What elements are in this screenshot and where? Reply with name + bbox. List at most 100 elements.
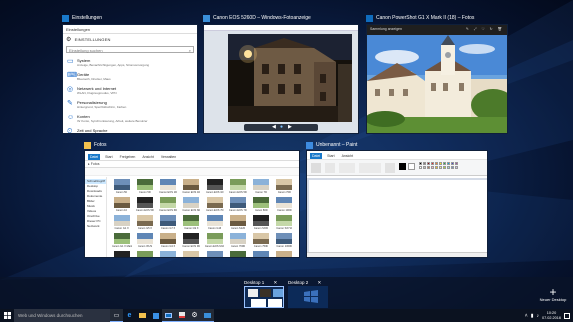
paint-canvas[interactable] [309, 180, 487, 257]
image-file-item[interactable]: Canon G9 X [181, 215, 202, 232]
image-file-item[interactable]: Canon SX720 [181, 251, 202, 257]
image-file-item[interactable]: Canon 750D [251, 233, 272, 250]
image-file-item[interactable]: Canon G5 X [134, 215, 155, 232]
settings-category-item[interactable]: ✎ Personalisierung Hintergrund, Sperrbilds… [63, 98, 197, 112]
color-swatch[interactable] [455, 162, 458, 165]
color-swatch[interactable] [427, 166, 430, 169]
ribbon-tab[interactable]: Start [103, 154, 114, 160]
image-file-item[interactable]: Canon 5D [111, 179, 132, 196]
task-view-button[interactable]: ▭ [110, 309, 123, 322]
image-file-item[interactable]: Canon EOS 7D [227, 197, 248, 214]
color-palette[interactable] [419, 162, 485, 174]
photo-viewer-window[interactable]: ◀ ● ▶ [203, 24, 359, 134]
image-file-item[interactable]: Canon EOS 1D [158, 179, 179, 196]
image-file-item[interactable]: Canon SX710 [274, 215, 295, 232]
image-file-item[interactable]: Canon M [274, 251, 295, 257]
image-file-item[interactable]: Canon EOS 5D [134, 197, 155, 214]
image-file-item[interactable]: Canon 100D [274, 197, 295, 214]
photos-taskbar-button[interactable] [162, 309, 175, 322]
color-swatch[interactable] [455, 166, 458, 169]
settings-category-item[interactable]: ⌨ Geräte Bluetooth, Drucker, Maus [63, 70, 197, 84]
new-desktop-button[interactable]: + Neuer Desktop [538, 286, 568, 302]
color-swatch[interactable] [431, 166, 434, 169]
slideshow-icon[interactable]: ● [280, 124, 283, 130]
paint-window-label[interactable]: Unbenannt – Paint [306, 140, 357, 150]
image-file-item[interactable]: Canon SX60 [251, 215, 272, 232]
chevron-up-icon[interactable]: ˄ [525, 313, 528, 319]
color-swatch[interactable] [419, 162, 422, 165]
image-file-item[interactable]: Canon G7 X [158, 215, 179, 232]
settings-category-item[interactable]: ◎ Netzwerk und Internet WLAN, Flugzeugmodu… [63, 84, 197, 98]
desktop-2-thumbnail[interactable] [288, 286, 328, 308]
ribbon-tab[interactable]: Datei [88, 154, 101, 160]
explorer-address-bar[interactable]: ▸ Fotos [85, 161, 299, 168]
color-swatch[interactable] [419, 166, 422, 169]
image-file-item[interactable]: Canon 7D [251, 179, 272, 196]
color-swatch[interactable] [439, 166, 442, 169]
clipboard-icon[interactable] [311, 163, 321, 173]
image-file-item[interactable]: Canon S120 [227, 215, 248, 232]
image-file-item[interactable]: Canon IXUS [134, 233, 155, 250]
photos-app-window[interactable]: Sammlung anzeigen ✎ ⤢ ♡ ↻ 🗑 [366, 24, 508, 134]
color-swatch[interactable] [451, 162, 454, 165]
ribbon-tab[interactable]: Ansicht [140, 154, 155, 160]
color-swatch[interactable] [439, 162, 442, 165]
settings-taskbar-button[interactable]: ⚙ [188, 309, 201, 322]
close-desktop-icon[interactable]: ✕ [318, 280, 322, 285]
color-swatch[interactable] [427, 162, 430, 165]
explorer-window-label[interactable]: Fotos [84, 140, 107, 150]
image-file-item[interactable]: Canon 70D [274, 179, 295, 196]
tools-icon[interactable] [339, 163, 355, 173]
ribbon-tab[interactable]: Datei [310, 153, 323, 159]
nav-pane-item[interactable]: Netzwerk [85, 224, 106, 229]
color-swatch[interactable] [435, 166, 438, 169]
image-file-item[interactable]: Canon EOS 6D [181, 197, 202, 214]
color-swatch[interactable] [447, 166, 450, 169]
paint-window[interactable]: Datei Start Ansicht [306, 150, 488, 258]
image-file-item[interactable]: Canon SX410 [134, 251, 155, 257]
action-center-icon[interactable] [564, 312, 570, 319]
image-file-item[interactable]: Canon EOS 1D [204, 179, 225, 196]
photo-viewer-controls[interactable]: ◀ ● ▶ [244, 124, 318, 131]
photos-toolbar-icons[interactable]: ✎ ⤢ ♡ ↻ 🗑 [466, 27, 504, 33]
image-file-item[interactable]: Canon EOS 5D [227, 179, 248, 196]
image-file-item[interactable]: Canon SX530 [158, 251, 179, 257]
color-1-swatch[interactable] [399, 163, 406, 170]
image-file-item[interactable]: Canon 1300D [274, 233, 295, 250]
image-file-item[interactable]: Canon 80D [251, 197, 272, 214]
color-swatch[interactable] [447, 162, 450, 165]
image-file-item[interactable]: Canon G1 X [111, 215, 132, 232]
image-file-item[interactable]: Canon 5D [134, 179, 155, 196]
image-file-item[interactable]: Canon EOS M3 [181, 233, 202, 250]
color-swatch[interactable] [435, 162, 438, 165]
color-swatch[interactable] [423, 166, 426, 169]
store-taskbar-button[interactable] [149, 309, 162, 322]
color-swatch[interactable] [443, 162, 446, 165]
taskbar-search-box[interactable]: Web und Windows durchsuchen [14, 309, 110, 322]
ribbon-tab[interactable]: Ansicht [340, 153, 355, 159]
image-file-item[interactable]: Canon G3 X [158, 233, 179, 250]
image-file-item[interactable]: Canon G9 [227, 251, 248, 257]
ribbon-tab[interactable]: Start [325, 153, 336, 159]
edge-taskbar-button[interactable]: e [123, 309, 136, 322]
clock[interactable]: 10:20 07.02.2016 [542, 311, 561, 320]
image-file-item[interactable]: Canon G16 [204, 215, 225, 232]
ribbon-tab[interactable]: Freigeben [118, 154, 138, 160]
image-file-item[interactable]: Canon EOS 7D [204, 197, 225, 214]
image-file-item[interactable]: Canon EOS 1D [181, 179, 202, 196]
start-button[interactable] [0, 309, 14, 322]
settings-category-item[interactable]: ☺ Konten Ihr Konto, Synchronisierung, Arbe… [63, 112, 197, 126]
network-icon[interactable]: ▮ [531, 313, 534, 319]
explorer-window[interactable]: Datei Start Freigeben Ansicht Verwalten ▸ Fo… [84, 150, 300, 258]
color-swatch[interactable] [451, 166, 454, 169]
image-file-item[interactable]: Canon EOS 6D [158, 197, 179, 214]
settings-search-input[interactable]: Einstellung suchen ⌕ [66, 46, 194, 53]
image-file-item[interactable]: Canon 760D [227, 233, 248, 250]
color-swatch[interactable] [443, 166, 446, 169]
ribbon-tab[interactable]: Verwalten [159, 154, 178, 160]
settings-category-item[interactable]: ▭ System Anzeige, Benachrichtigungen, Apps… [63, 56, 197, 70]
image-file-item[interactable]: Canon 1D [111, 197, 132, 214]
photo-viewer-window-label[interactable]: Canon EOS 5260D – Windows-Fotoanzeige [203, 13, 311, 23]
volume-icon[interactable]: ♪ [536, 313, 539, 319]
next-icon[interactable]: ▶ [288, 124, 292, 130]
